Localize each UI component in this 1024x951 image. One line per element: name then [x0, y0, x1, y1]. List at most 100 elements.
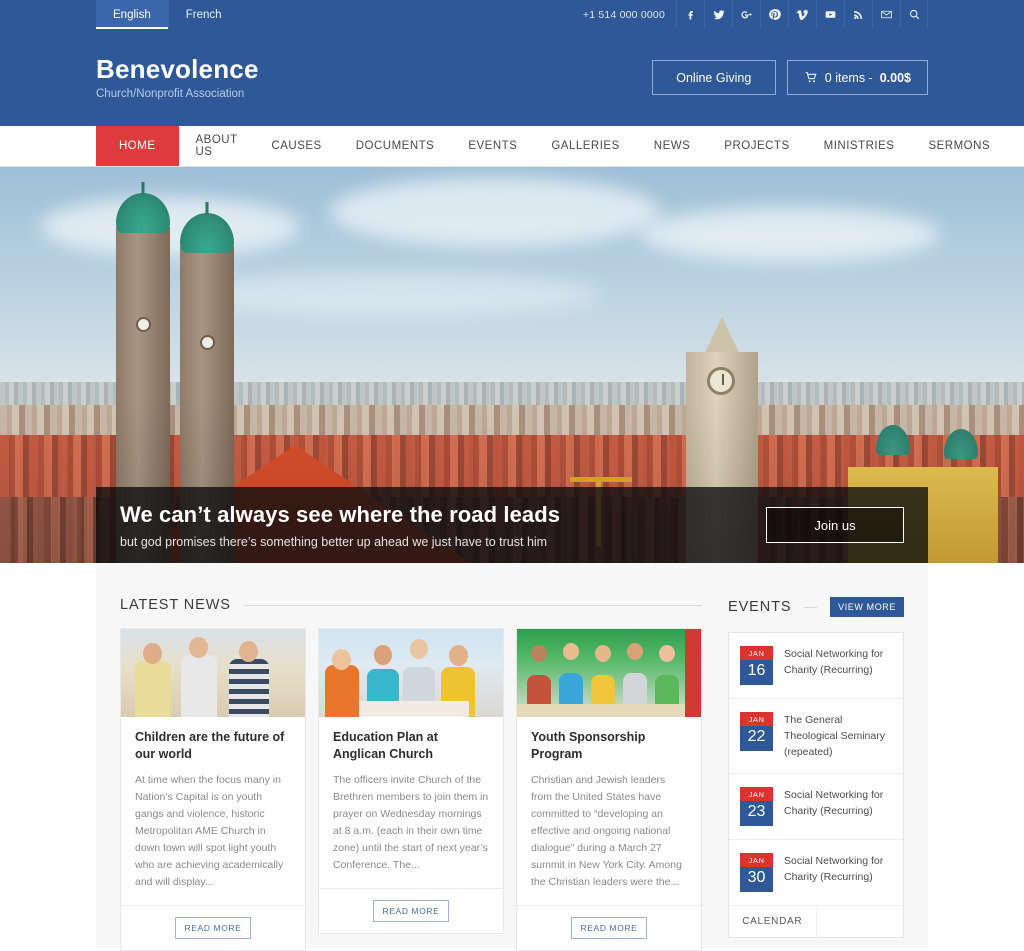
- nav-item-galleries[interactable]: GALLERIES: [534, 126, 636, 166]
- event-month: JAN: [740, 787, 773, 802]
- news-card-body: Children are the future of our world At …: [121, 717, 305, 905]
- events-header: EVENTS VIEW MORE: [728, 597, 904, 617]
- events-column: EVENTS VIEW MORE JAN 16 Social Networkin…: [728, 597, 904, 948]
- event-title: Social Networking for Charity (Recurring…: [784, 855, 884, 883]
- nav-label: MINISTRIES: [823, 140, 895, 152]
- event-date-badge: JAN 16: [740, 646, 773, 685]
- news-cards: Children are the future of our world At …: [120, 628, 702, 951]
- news-card-excerpt: The officers invite Church of the Brethr…: [333, 773, 489, 871]
- news-card[interactable]: Youth Sponsorship Program Christian and …: [516, 628, 702, 951]
- hero-text-block: We can’t always see where the road leads…: [120, 502, 560, 549]
- event-item[interactable]: JAN 22 The General Theological Seminary …: [729, 699, 903, 775]
- language-tabs: English French: [96, 0, 239, 29]
- news-thumbnail: [319, 629, 503, 717]
- photo-children-playground: [517, 629, 701, 717]
- nav-item-news[interactable]: NEWS: [637, 126, 708, 166]
- nav-label: SERMONS: [928, 140, 991, 152]
- event-day: 30: [740, 867, 773, 893]
- brand[interactable]: Benevolence Church/Nonprofit Association: [96, 55, 259, 101]
- news-card-title: Children are the future of our world: [135, 730, 285, 761]
- join-us-label: Join us: [814, 517, 856, 533]
- event-date-badge: JAN 22: [740, 712, 773, 751]
- nav-item-ministries[interactable]: MINISTRIES: [807, 126, 912, 166]
- email-icon[interactable]: [872, 0, 900, 29]
- top-bar: English French +1 514 000 0000: [0, 0, 1024, 29]
- cart-button[interactable]: 0 items - 0.00$: [786, 60, 928, 95]
- section-divider: [804, 606, 818, 608]
- nav-label: DOCUMENTS: [355, 140, 435, 152]
- news-card[interactable]: Education Plan at Anglican Church The of…: [318, 628, 504, 934]
- content-area: LATEST NEWS Children are the future of o…: [96, 563, 928, 951]
- read-more-button[interactable]: READ MORE: [174, 916, 252, 939]
- news-card-excerpt: Christian and Jewish leaders from the Un…: [531, 773, 682, 888]
- language-tab-english[interactable]: English: [96, 0, 168, 29]
- news-card-excerpt: At time when the focus many in Nation’s …: [135, 773, 284, 888]
- rss-icon[interactable]: [844, 0, 872, 29]
- nav-item-shop[interactable]: SHOP: [1007, 126, 1024, 166]
- nav-item-sermons[interactable]: SERMONS: [911, 126, 1007, 166]
- nav-item-events[interactable]: EVENTS: [451, 126, 534, 166]
- nav-item-about-us[interactable]: ABOUT US: [179, 126, 255, 166]
- pinterest-icon[interactable]: [760, 0, 788, 29]
- news-thumbnail: [517, 629, 701, 717]
- tab-secondary[interactable]: [817, 906, 904, 937]
- nav-label: ABOUT US: [195, 134, 238, 158]
- event-month: JAN: [740, 712, 773, 726]
- cart-amount: 0.00$: [879, 70, 911, 85]
- main-nav: HOME ABOUT US CAUSES DOCUMENTS EVENTS GA…: [0, 126, 1024, 167]
- events-list: JAN 16 Social Networking for Charity (Re…: [728, 632, 904, 939]
- event-item[interactable]: JAN 16 Social Networking for Charity (Re…: [729, 633, 903, 699]
- latest-news-column: LATEST NEWS Children are the future of o…: [120, 597, 702, 951]
- language-tab-label: English: [113, 8, 151, 21]
- events-title: EVENTS: [728, 599, 792, 615]
- online-giving-button[interactable]: Online Giving: [651, 60, 776, 95]
- nav-item-documents[interactable]: DOCUMENTS: [339, 126, 452, 166]
- photo-children-classroom: [319, 629, 503, 717]
- nav-item-home[interactable]: HOME: [96, 126, 179, 166]
- nav-item-causes[interactable]: CAUSES: [254, 126, 338, 166]
- read-more-button[interactable]: READ MORE: [372, 899, 450, 922]
- join-us-button[interactable]: Join us: [766, 507, 904, 543]
- header-actions: Online Giving 0 items - 0.00$: [651, 60, 928, 95]
- google-plus-icon[interactable]: [732, 0, 760, 29]
- nav-label: NEWS: [653, 140, 691, 152]
- news-card-footer: READ MORE: [121, 904, 305, 950]
- cart-items-label: 0 items -: [824, 70, 873, 85]
- nav-item-projects[interactable]: PROJECTS: [707, 126, 806, 166]
- hero-headline: We can’t always see where the road leads: [120, 501, 561, 527]
- language-tab-french[interactable]: French: [167, 0, 239, 29]
- event-item[interactable]: JAN 30 Social Networking for Charity (Re…: [729, 840, 903, 907]
- event-day: 16: [740, 660, 773, 685]
- online-giving-label: Online Giving: [676, 70, 752, 85]
- phone-number: +1 514 000 0000: [582, 8, 665, 21]
- hero-caption: We can’t always see where the road leads…: [96, 487, 928, 563]
- news-thumbnail: [121, 629, 305, 717]
- content-wrapper: LATEST NEWS Children are the future of o…: [0, 563, 1024, 951]
- nav-label: GALLERIES: [551, 140, 620, 152]
- news-card[interactable]: Children are the future of our world At …: [120, 628, 306, 951]
- brand-title: Benevolence: [96, 53, 259, 84]
- hero-slider[interactable]: We can’t always see where the road leads…: [0, 167, 1024, 563]
- read-more-button[interactable]: READ MORE: [570, 916, 648, 939]
- event-title: The General Theological Seminary (repeat…: [784, 714, 885, 758]
- search-icon[interactable]: [900, 0, 928, 29]
- nav-label: EVENTS: [468, 140, 518, 152]
- twitter-icon[interactable]: [704, 0, 732, 29]
- news-card-footer: READ MORE: [319, 887, 503, 933]
- event-item[interactable]: JAN 23 Social Networking for Charity (Re…: [729, 774, 903, 841]
- event-day: 22: [740, 726, 773, 751]
- event-month: JAN: [740, 646, 773, 660]
- news-card-body: Youth Sponsorship Program Christian and …: [517, 717, 701, 905]
- event-date-badge: JAN 30: [740, 853, 773, 893]
- top-bar-right: +1 514 000 0000: [572, 0, 928, 29]
- news-card-title: Education Plan at Anglican Church: [333, 730, 438, 761]
- event-title: Social Networking for Charity (Recurring…: [784, 648, 884, 676]
- vimeo-icon[interactable]: [788, 0, 816, 29]
- tab-calendar[interactable]: CALENDAR: [729, 906, 817, 938]
- site-header: Benevolence Church/Nonprofit Association…: [0, 29, 1024, 126]
- view-more-button[interactable]: VIEW MORE: [830, 597, 904, 617]
- language-tab-label: French: [185, 8, 222, 21]
- nav-label: PROJECTS: [724, 140, 790, 152]
- youtube-icon[interactable]: [816, 0, 844, 29]
- facebook-icon[interactable]: [676, 0, 704, 29]
